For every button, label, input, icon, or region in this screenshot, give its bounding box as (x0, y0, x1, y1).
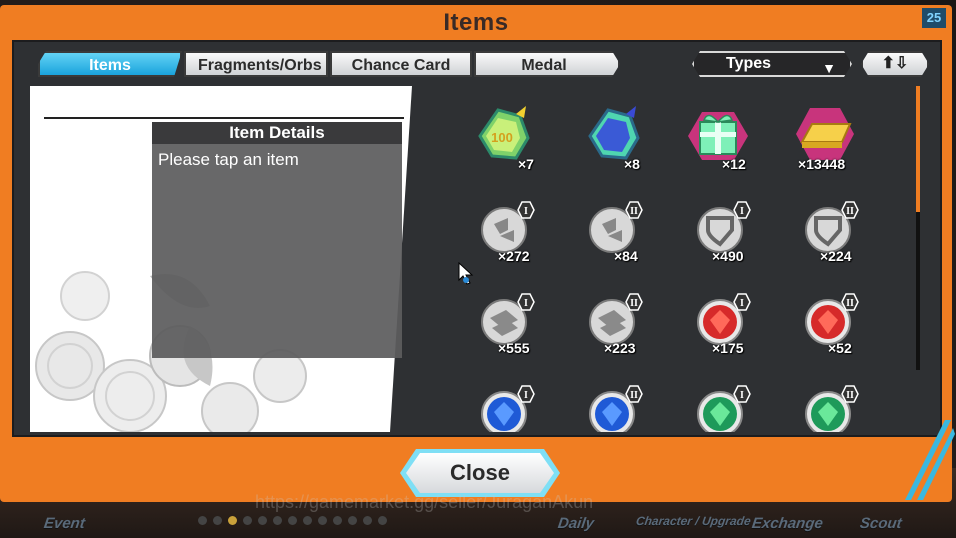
green-orb-ii-icon: II (805, 385, 859, 432)
blue-orb-ii-icon: II (589, 385, 643, 432)
item-count: ×272 (498, 248, 530, 264)
item-slot[interactable]: II (582, 380, 662, 432)
skill-arrow-i-icon: I (481, 293, 535, 345)
item-details-body (152, 144, 402, 358)
svg-text:II: II (630, 206, 638, 217)
red-orb-ii-icon: II (805, 293, 859, 345)
item-details-placeholder: Please tap an item (158, 150, 299, 169)
corner-stripes-icon (905, 420, 955, 500)
ticket-100-green-icon: 100 (478, 106, 530, 160)
nav-event: Event (42, 515, 87, 532)
item-count: ×84 (614, 248, 638, 264)
sort-arrows-icon: ⬆⇩ (881, 55, 909, 72)
svg-text:I: I (740, 298, 744, 309)
tab-medal-materials[interactable]: Medal Materials (474, 51, 620, 77)
watermark: https://gamemarket.gg/seller/JuraganAkun (255, 492, 594, 512)
item-count: ×7 (518, 156, 534, 172)
dialog-title: Items (443, 9, 509, 36)
nav-exchange: Exchange (750, 515, 825, 532)
blue-orb-i-icon: I (481, 385, 535, 432)
page-dots (198, 516, 387, 525)
chevron-down-icon: ▼ (822, 60, 836, 76)
item-count: ×555 (498, 340, 530, 356)
item-slot[interactable]: II (582, 196, 662, 276)
svg-text:100: 100 (491, 130, 513, 145)
item-count: ×223 (604, 340, 636, 356)
item-count: ×52 (828, 340, 852, 356)
fps-counter: 25 (922, 8, 946, 28)
item-slot[interactable]: I (474, 380, 554, 432)
nav-character-upgrade: Character / Upgrade (635, 514, 752, 528)
item-slot[interactable]: 100 (468, 102, 548, 182)
item-slot[interactable]: I (690, 288, 770, 368)
green-orb-i-icon: I (697, 385, 751, 432)
skill-arrow-ii-icon: II (589, 293, 643, 345)
item-slot[interactable]: I (474, 288, 554, 368)
item-count: ×490 (712, 248, 744, 264)
close-button-label: Close (450, 460, 510, 485)
close-button[interactable]: Close (400, 449, 560, 497)
item-slot[interactable]: II (798, 288, 878, 368)
item-count: ×13448 (798, 156, 846, 172)
nav-daily: Daily (556, 515, 596, 532)
tab-items[interactable]: Items (38, 51, 182, 77)
pointer-cursor-icon (458, 262, 474, 285)
item-count: ×12 (722, 156, 746, 172)
svg-text:II: II (846, 390, 854, 401)
item-slot[interactable]: I (690, 196, 770, 276)
types-dropdown[interactable]: Types ▼ (692, 51, 852, 77)
svg-text:I: I (524, 390, 528, 401)
types-label: Types (726, 55, 772, 72)
item-slot[interactable]: II (798, 380, 878, 432)
item-slot[interactable]: I (474, 196, 554, 276)
tab-bar: Items Fragments/Orbs Chance Card Medal M… (38, 51, 620, 77)
item-count: ×175 (712, 340, 744, 356)
svg-text:I: I (740, 206, 744, 217)
item-slot[interactable]: II (582, 288, 662, 368)
svg-text:I: I (740, 390, 744, 401)
item-slot[interactable]: II (798, 196, 878, 276)
nav-scout: Scout (858, 515, 903, 532)
item-count: ×224 (820, 248, 852, 264)
scrollbar-thumb[interactable] (916, 86, 920, 212)
svg-text:I: I (524, 298, 528, 309)
svg-text:II: II (630, 298, 638, 309)
upgrade-arrow-i-icon: I (481, 201, 535, 253)
ticket-blue-icon (588, 106, 640, 160)
svg-text:II: II (846, 206, 854, 217)
details-rule (44, 117, 404, 119)
tab-fragments-orbs[interactable]: Fragments/Orbs (184, 51, 328, 77)
svg-text:I: I (524, 206, 528, 217)
item-slot[interactable]: I (690, 380, 770, 432)
shield-ii-icon: II (805, 201, 859, 253)
sort-button[interactable]: ⬆⇩ (861, 51, 929, 77)
item-count: ×8 (624, 156, 640, 172)
shield-i-icon: I (697, 201, 751, 253)
svg-text:II: II (846, 298, 854, 309)
red-orb-i-icon: I (697, 293, 751, 345)
tab-chance-card[interactable]: Chance Card (330, 51, 472, 77)
item-slot[interactable] (578, 102, 658, 182)
upgrade-arrow-ii-icon: II (589, 201, 643, 253)
svg-text:II: II (630, 390, 638, 401)
item-details-header: Item Details (152, 122, 402, 144)
